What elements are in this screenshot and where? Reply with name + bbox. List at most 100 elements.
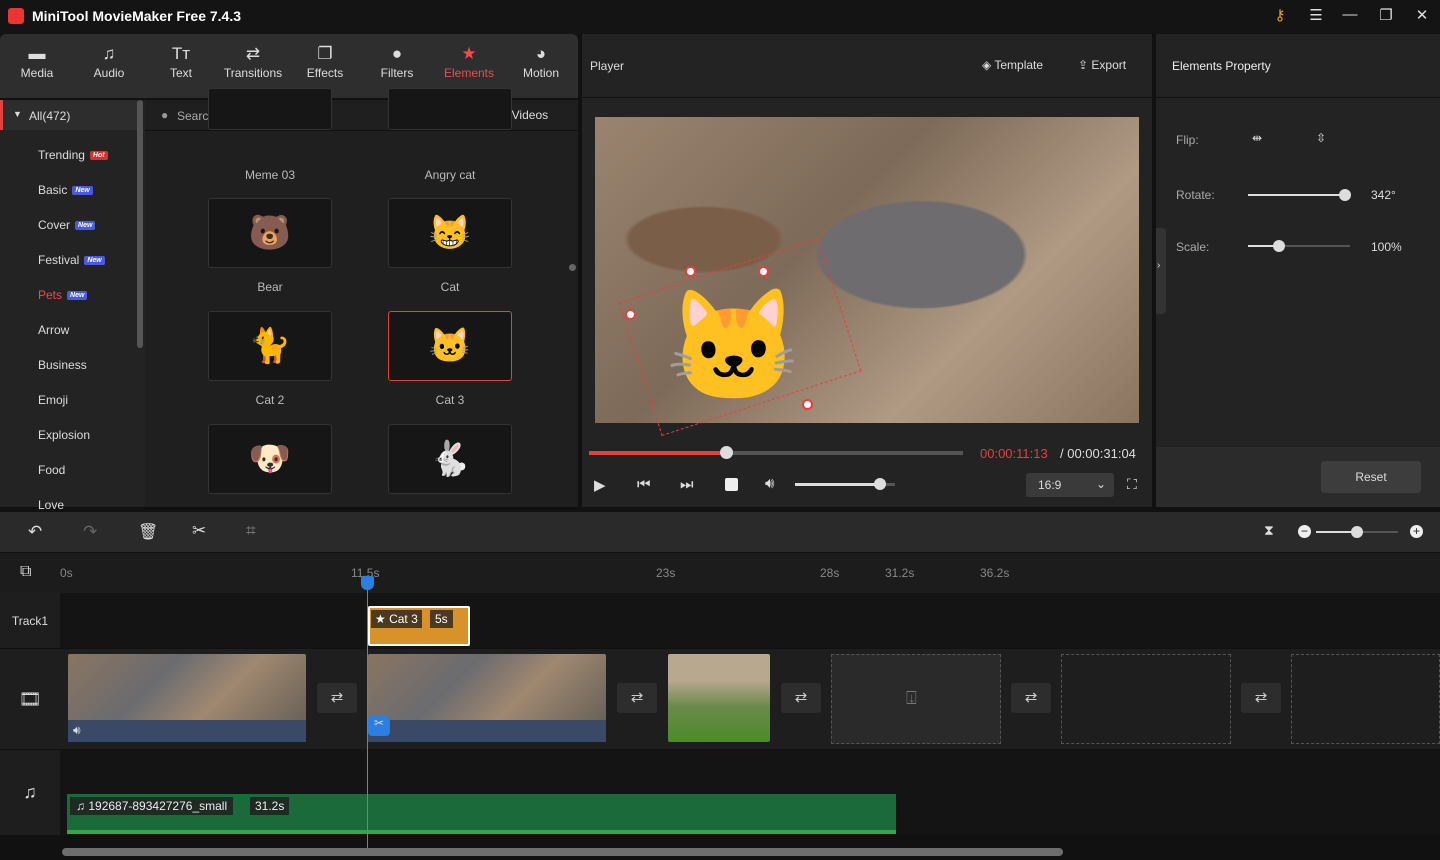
play-icon[interactable]: ▶ [594, 476, 606, 494]
rotate-slider[interactable] [1248, 189, 1351, 201]
category-cover[interactable]: Cover New [38, 218, 96, 232]
tool-transitions[interactable]: ⇄ Transitions [218, 44, 288, 80]
playhead-handle[interactable] [361, 576, 374, 590]
drop-icon: ⍗ [906, 688, 917, 708]
category-food[interactable]: Food [38, 463, 65, 477]
category-trending[interactable]: Trending Hot [38, 148, 108, 162]
element-thumbnail[interactable] [388, 88, 512, 130]
fit-timeline-icon[interactable]: ⧗ [1264, 522, 1274, 539]
category-label: Love [38, 498, 65, 512]
timeline-zoom-slider[interactable] [1316, 526, 1398, 538]
volume-icon[interactable]: 🔊︎ [73, 723, 81, 738]
template-button[interactable]: ◈ Template [982, 58, 1043, 72]
audio-clip[interactable]: ♫ 192687-893427276_small 31.2s [67, 794, 896, 834]
scale-handle[interactable] [1272, 240, 1285, 252]
track1-lane [60, 593, 1440, 648]
zoom-handle[interactable] [1351, 526, 1363, 538]
export-button[interactable]: ⇪ Export [1078, 58, 1126, 72]
timeline-scrollbar[interactable] [62, 848, 1063, 856]
category-pets[interactable]: Pets New [38, 288, 88, 302]
split-marker-icon[interactable]: ✂ [368, 716, 390, 736]
tool-filters[interactable]: ● Filters [362, 44, 432, 80]
scroll-indicator[interactable] [569, 264, 576, 271]
undo-icon[interactable]: ↶ [28, 522, 42, 542]
track1-header: Track1 [0, 593, 60, 648]
fullscreen-icon[interactable]: ⛶ [1127, 476, 1137, 493]
redo-icon[interactable]: ↷ [83, 522, 97, 542]
flip-vertical-icon[interactable]: ⇳ [1316, 131, 1326, 145]
flip-horizontal-icon[interactable]: ⇹ [1252, 131, 1262, 145]
category-emoji[interactable]: Emoji [38, 393, 68, 407]
tool-motion[interactable]: ◕ Motion [506, 44, 576, 80]
minimize-icon[interactable]: — [1338, 6, 1362, 23]
timeline-ruler[interactable]: ⧉ 0s 11.5s 23s 28s 31.2s 36.2s [0, 553, 1440, 593]
category-business[interactable]: Business [38, 358, 87, 372]
zoom-out-icon[interactable]: − [1298, 525, 1311, 538]
crop-icon[interactable]: ⌗ [246, 521, 256, 541]
resize-handle[interactable] [625, 309, 636, 320]
tool-effects[interactable]: ❐ Effects [290, 44, 360, 80]
element-thumbnail[interactable] [208, 88, 332, 130]
element-thumbnail[interactable]: 🐻 [208, 198, 332, 268]
category-scrollbar[interactable] [137, 100, 143, 348]
element-thumbnail[interactable]: 😸 [388, 198, 512, 268]
category-basic[interactable]: Basic New [38, 183, 93, 197]
element-image: 🐇 [428, 440, 472, 478]
empty-media-slot[interactable] [1061, 654, 1231, 744]
collapse-panel-handle[interactable]: › [1156, 228, 1166, 314]
transition-slot[interactable]: ⇄ [1241, 683, 1281, 713]
add-track-icon[interactable]: ⧉ [20, 563, 31, 581]
transition-slot[interactable]: ⇄ [1011, 683, 1051, 713]
transition-slot[interactable]: ⇄ [781, 683, 821, 713]
key-icon[interactable]: ⚷ [1268, 6, 1292, 24]
rotate-handle[interactable] [1338, 189, 1351, 201]
transition-slot[interactable]: ⇄ [317, 683, 357, 713]
resize-handle[interactable] [685, 266, 696, 277]
empty-media-slot[interactable]: ⍗ [831, 654, 1001, 744]
progress-handle[interactable] [719, 446, 733, 459]
split-icon[interactable]: ✂ [192, 521, 206, 541]
tool-text[interactable]: Tт Text [146, 44, 216, 80]
previous-frame-icon[interactable]: ⏮ [637, 476, 651, 493]
video-preview[interactable]: 🐱 [595, 117, 1139, 437]
category-festival[interactable]: Festival New [38, 253, 105, 267]
resize-handle[interactable] [802, 399, 813, 410]
reset-button[interactable]: Reset [1321, 461, 1421, 493]
tool-elements[interactable]: ★ Elements [434, 44, 504, 80]
volume-slider[interactable] [795, 478, 895, 490]
delete-icon[interactable]: 🗑︎ [138, 522, 158, 542]
element-thumbnail[interactable]: 🐇 [388, 424, 512, 494]
zoom-in-icon[interactable]: + [1410, 525, 1423, 538]
scale-slider[interactable] [1248, 240, 1350, 252]
video-clip[interactable]: 🔊︎ [68, 654, 306, 742]
stop-icon[interactable] [725, 478, 738, 491]
effects-icon: ❐ [317, 44, 333, 63]
empty-media-slot[interactable] [1291, 654, 1440, 744]
cat3-element-overlay[interactable]: 🐱 [665, 292, 802, 402]
maximize-icon[interactable]: ❐ [1374, 6, 1398, 24]
element-clip-cat3[interactable]: ★ Cat 3 5s [368, 606, 470, 646]
tool-media[interactable]: ▬ Media [2, 44, 72, 80]
menu-icon[interactable]: ☰ [1304, 6, 1328, 24]
playback-progress[interactable] [589, 446, 963, 459]
element-thumbnail[interactable]: 🐈 [208, 311, 332, 381]
category-label: Cover [38, 218, 71, 232]
image-clip-kittens[interactable] [668, 654, 770, 742]
collapse-icon[interactable]: ▼ [13, 109, 22, 119]
video-clip[interactable]: ✂ [368, 654, 606, 742]
element-thumbnail[interactable]: 🐶 [208, 424, 332, 494]
aspect-ratio-select[interactable]: 16:9 ⌄ [1026, 473, 1114, 497]
volume-icon[interactable]: 🔊︎ [765, 475, 774, 492]
next-frame-icon[interactable]: ⏭ [680, 476, 694, 493]
clip-name: Cat 3 [389, 612, 418, 626]
category-all[interactable]: ▼ All(472) [0, 100, 137, 130]
element-thumbnail[interactable]: 🐱 [388, 311, 512, 381]
transition-slot[interactable]: ⇄ [617, 683, 657, 713]
volume-handle[interactable] [874, 478, 886, 490]
category-arrow[interactable]: Arrow [38, 323, 69, 337]
category-love[interactable]: Love [38, 498, 64, 512]
tool-audio[interactable]: ♫ Audio [74, 44, 144, 80]
close-icon[interactable]: ✕ [1410, 6, 1434, 24]
category-explosion[interactable]: Explosion [38, 428, 90, 442]
rotate-handle[interactable] [758, 266, 769, 277]
